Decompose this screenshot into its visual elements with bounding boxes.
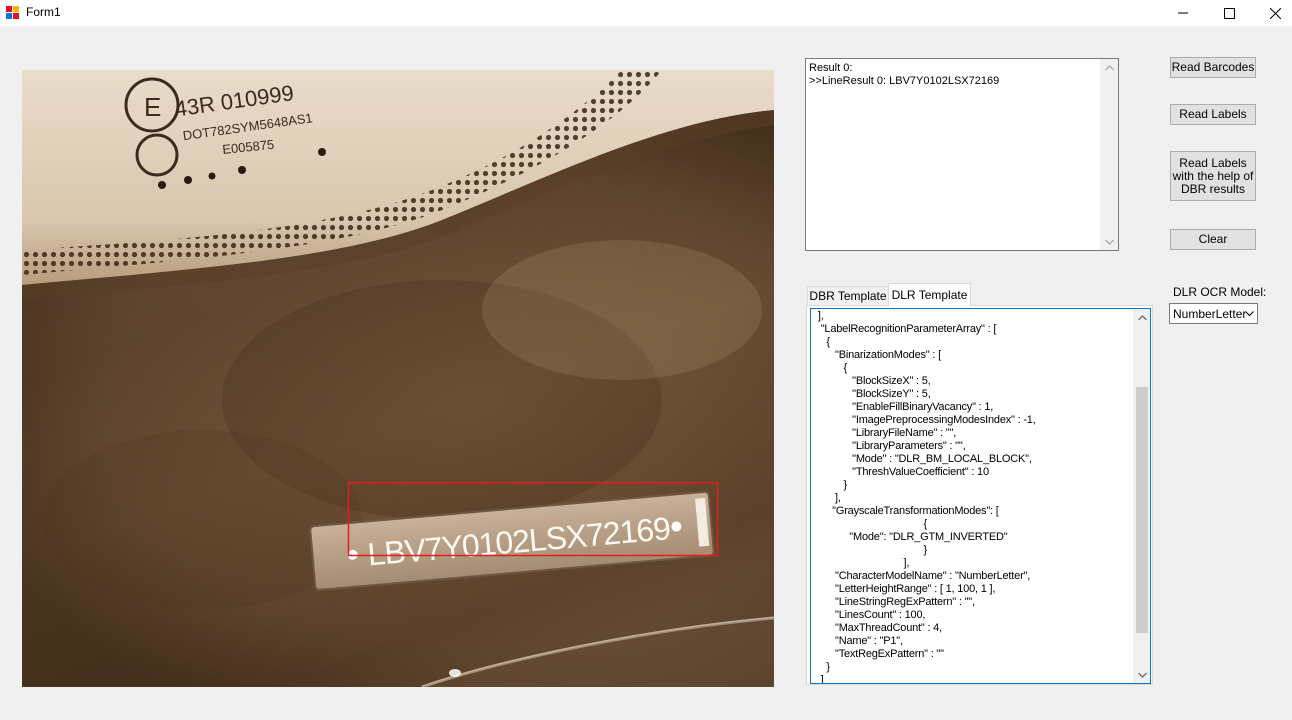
ocr-model-select[interactable]: NumberLetter (1169, 303, 1258, 324)
results-scrollbar[interactable] (1100, 59, 1118, 250)
chevron-down-icon (1245, 311, 1254, 317)
app-icon (6, 6, 20, 20)
close-button[interactable] (1252, 0, 1292, 26)
tab-dbr-template[interactable]: DBR Template (807, 286, 889, 306)
template-scrollbar[interactable] (1133, 309, 1150, 683)
ocr-model-label: DLR OCR Model: (1173, 285, 1267, 299)
clear-button[interactable]: Clear (1170, 229, 1256, 250)
results-textbox[interactable]: Result 0: >>LineResult 0: LBV7Y0102LSX72… (805, 58, 1119, 251)
scroll-thumb[interactable] (1136, 387, 1148, 633)
scroll-down-icon[interactable] (1134, 666, 1150, 683)
window-title: Form1 (26, 5, 61, 19)
ocr-model-value: NumberLetter (1173, 307, 1247, 321)
vin-photo: E 43R 010999 DOT782SYM5648AS1 E005875 LB… (22, 70, 774, 687)
title-bar: Form1 (0, 0, 1292, 26)
minimize-icon (1178, 12, 1188, 14)
scroll-up-icon[interactable] (1101, 59, 1118, 76)
scroll-down-icon[interactable] (1101, 233, 1118, 250)
read-labels-button[interactable]: Read Labels (1170, 104, 1256, 125)
svg-text:E: E (144, 92, 161, 122)
template-text: ], "LabelRecognitionParameterArray" : [ … (817, 310, 1036, 684)
tab-dlr-template[interactable]: DLR Template (888, 283, 971, 306)
scroll-up-icon[interactable] (1134, 309, 1150, 326)
read-barcodes-button[interactable]: Read Barcodes (1170, 57, 1256, 78)
template-editor[interactable]: ], "LabelRecognitionParameterArray" : [ … (810, 308, 1151, 684)
close-icon (1269, 7, 1281, 19)
results-text: Result 0: >>LineResult 0: LBV7Y0102LSX72… (809, 62, 1000, 87)
read-labels-dbr-button[interactable]: Read Labels with the help of DBR results (1170, 151, 1256, 201)
maximize-button[interactable] (1206, 0, 1252, 26)
minimize-button[interactable] (1160, 0, 1206, 26)
maximize-icon (1223, 7, 1235, 19)
image-preview: E 43R 010999 DOT782SYM5648AS1 E005875 LB… (22, 70, 774, 687)
tab-panel-dlr-template: ], "LabelRecognitionParameterArray" : [ … (806, 305, 1153, 685)
